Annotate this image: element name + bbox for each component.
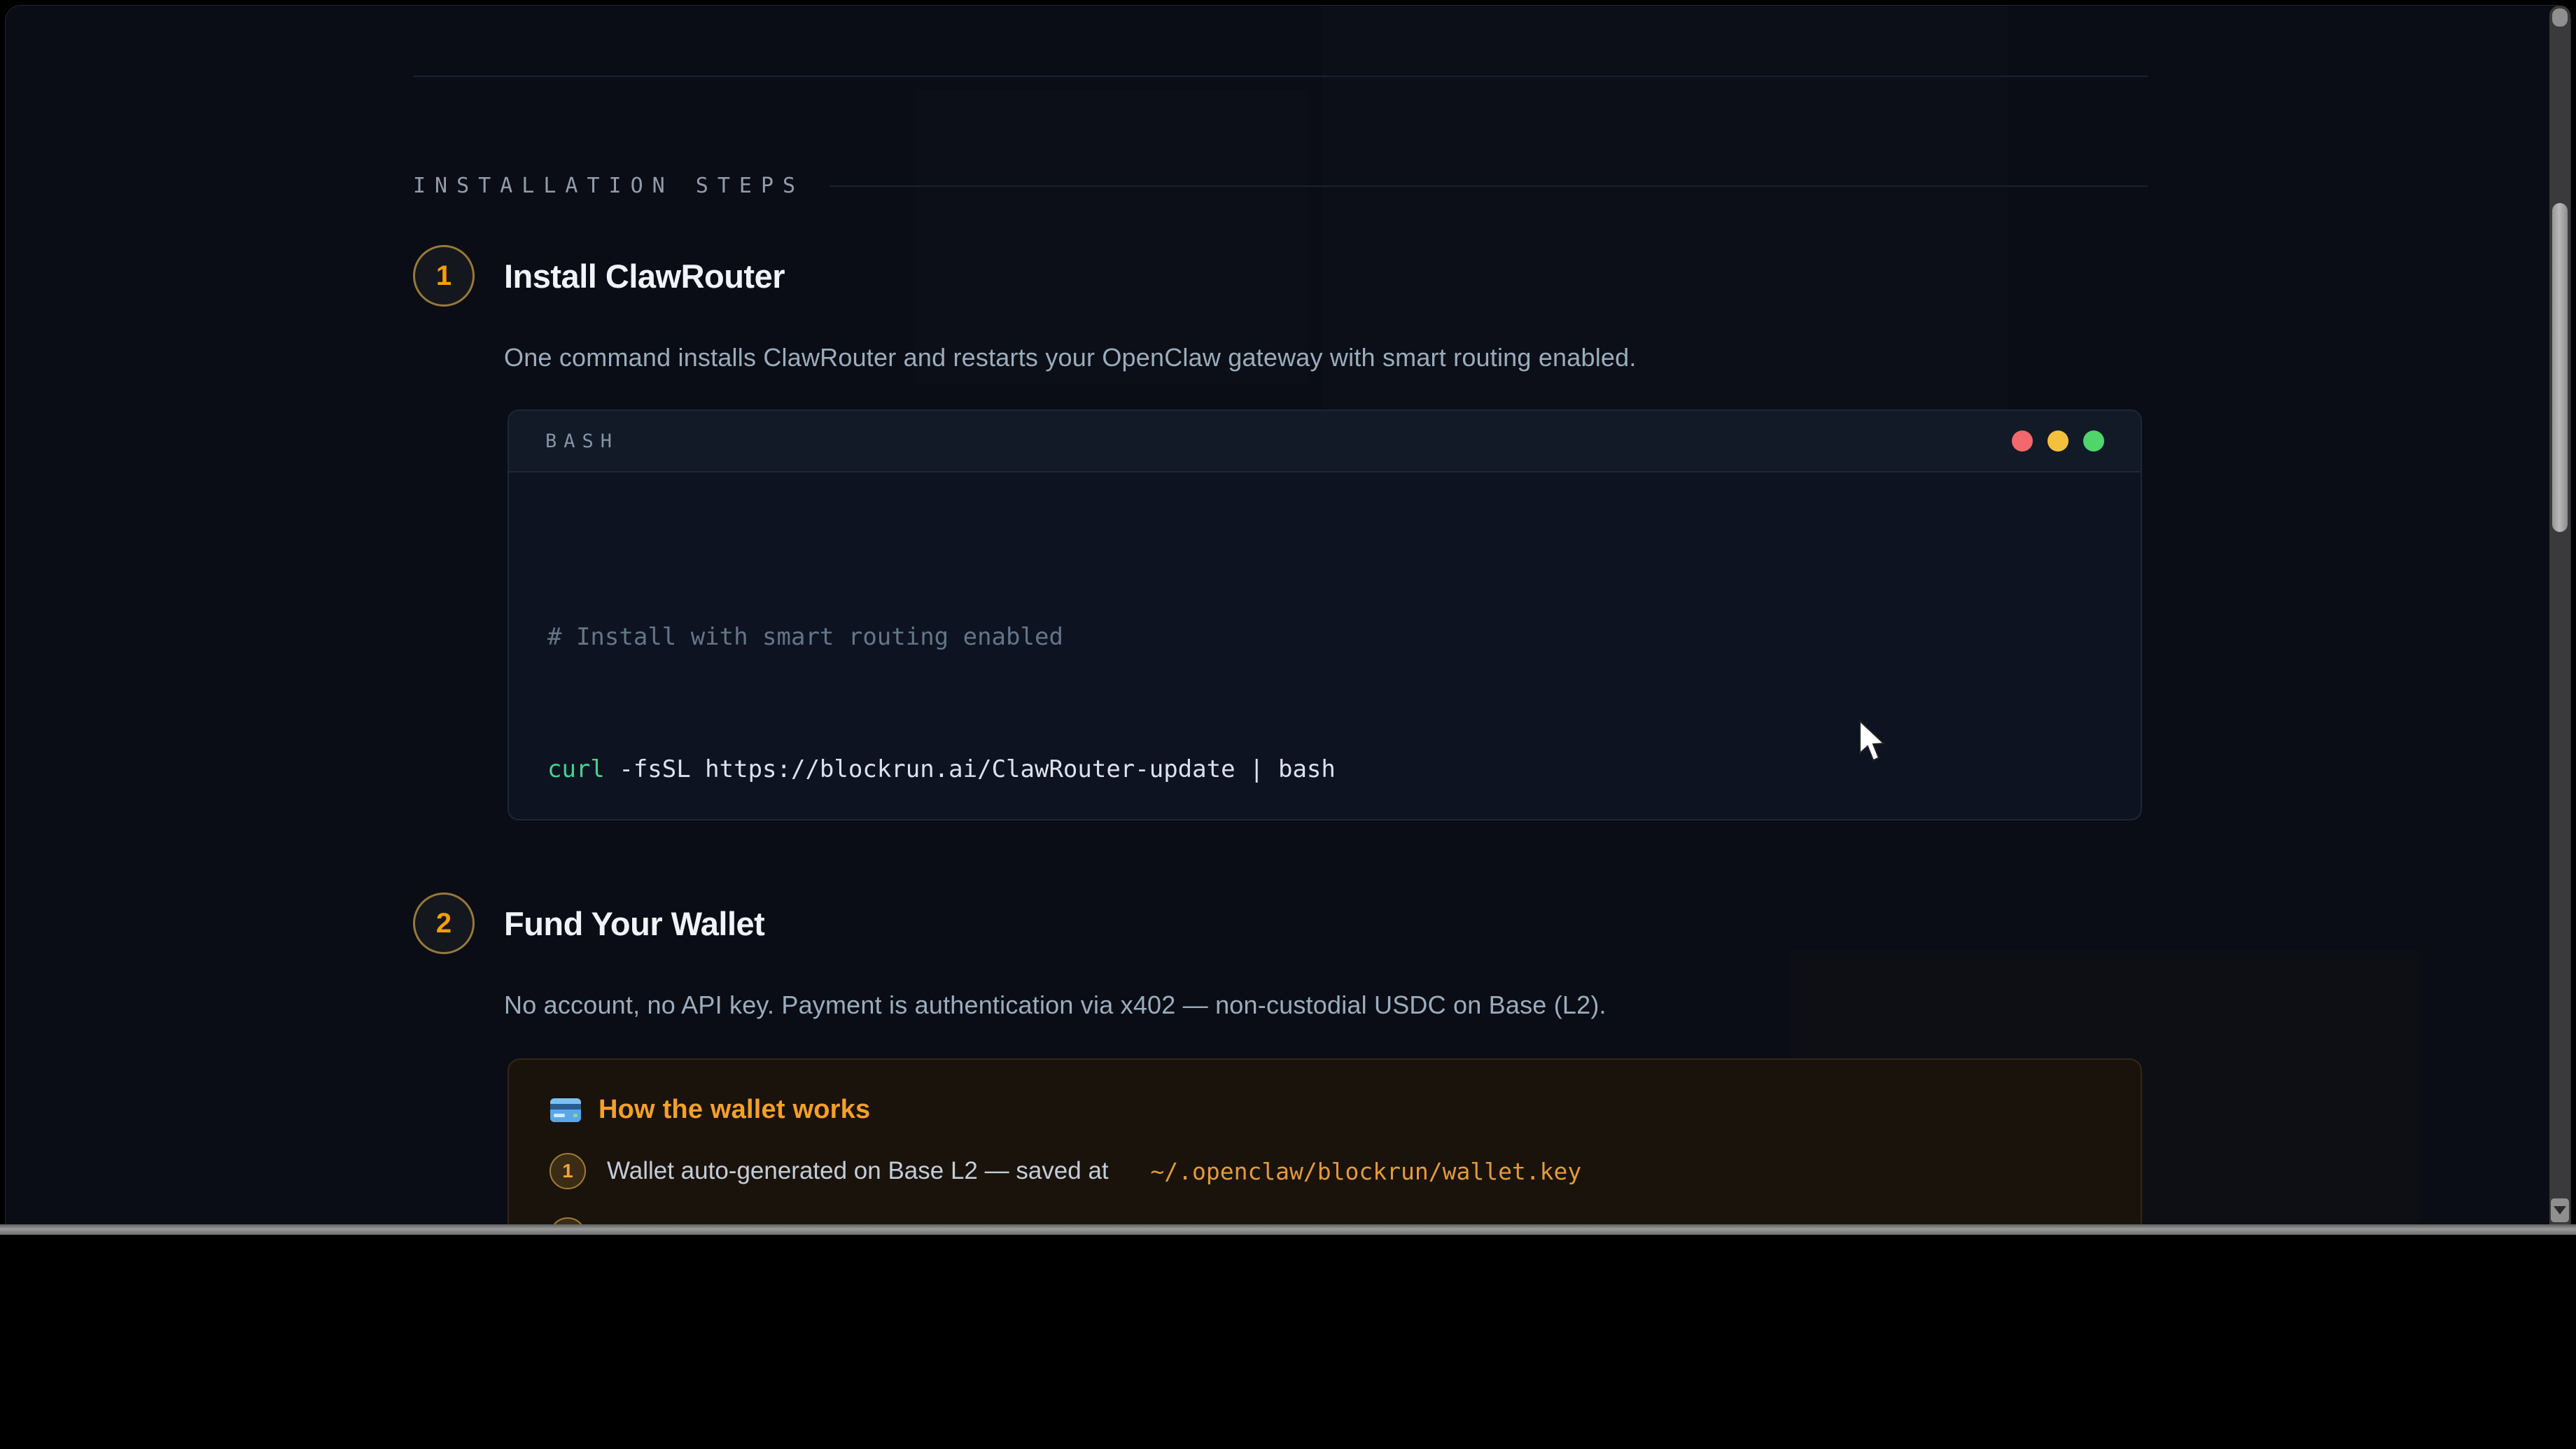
close-dot-icon [2012, 430, 2033, 451]
code-line-comment: # Install with smart routing enabled [547, 615, 2102, 659]
background-patch [916, 90, 1308, 384]
step-1-title: Install ClawRouter [504, 257, 785, 295]
letterbox-black-bar [0, 1235, 2576, 1449]
maximize-dot-icon [2083, 430, 2104, 451]
section-rule-line [830, 186, 2148, 187]
code-line-curl: curl -fsSL https://blockrun.ai/ClawRoute… [547, 748, 2102, 792]
wallet-step-1-badge: 1 [550, 1153, 586, 1189]
window-bottom-edge [0, 1224, 2576, 1235]
section-header: INSTALLATION STEPS [413, 174, 2148, 198]
wallet-info-card: How the wallet works 1 Wallet auto-gener… [507, 1058, 2142, 1234]
step-2-description: No account, no API key. Payment is authe… [504, 990, 1606, 1020]
screen: INSTALLATION STEPS 1 Install ClawRouter … [0, 0, 2576, 1449]
code-body: # Install with smart routing enabled cur… [509, 472, 2141, 820]
step-1-description: One command installs ClawRouter and rest… [504, 343, 1637, 372]
wallet-card-title: How the wallet works [598, 1095, 870, 1125]
scrollbar-top-cap[interactable] [2552, 8, 2568, 27]
minimize-dot-icon [2047, 430, 2068, 451]
step-1-badge: 1 [413, 245, 475, 307]
code-block-header: BASH [509, 411, 2141, 472]
credit-card-icon [550, 1098, 582, 1123]
down-triangle-icon [2554, 1206, 2566, 1214]
code-language-label: BASH [545, 430, 619, 452]
code-token-curl: curl [547, 755, 605, 783]
wallet-card-header: How the wallet works [550, 1095, 2100, 1125]
scrollbar-down-arrow[interactable] [2551, 1198, 2569, 1222]
wallet-step-1-text: Wallet auto-generated on Base L2 — saved… [607, 1157, 1115, 1185]
section-divider [413, 76, 2148, 77]
step-2-title: Fund Your Wallet [504, 904, 764, 943]
wallet-step-1-number: 1 [562, 1160, 573, 1182]
webpage: INSTALLATION STEPS 1 Install ClawRouter … [6, 6, 2570, 1234]
step-2-badge: 2 [413, 892, 475, 954]
step-2-header: 2 Fund Your Wallet [413, 892, 764, 954]
vertical-scrollbar-track[interactable] [2549, 6, 2570, 1224]
wallet-step-1: 1 Wallet auto-generated on Base L2 — sav… [550, 1153, 2100, 1189]
code-token-args: -fsSL https://blockrun.ai/ClawRouter-upd… [605, 755, 1336, 783]
vertical-scrollbar-thumb[interactable] [2552, 203, 2568, 532]
step-1-header: 1 Install ClawRouter [413, 245, 785, 307]
window-control-dots [2012, 430, 2104, 451]
step-1-number: 1 [436, 260, 451, 292]
step-2-number: 2 [436, 908, 451, 939]
section-label: INSTALLATION STEPS [413, 174, 804, 198]
wallet-key-path-code: ~/.openclaw/blockrun/wallet.key [1150, 1158, 1581, 1185]
code-block: BASH # Install with smart routing enable… [507, 410, 2142, 820]
